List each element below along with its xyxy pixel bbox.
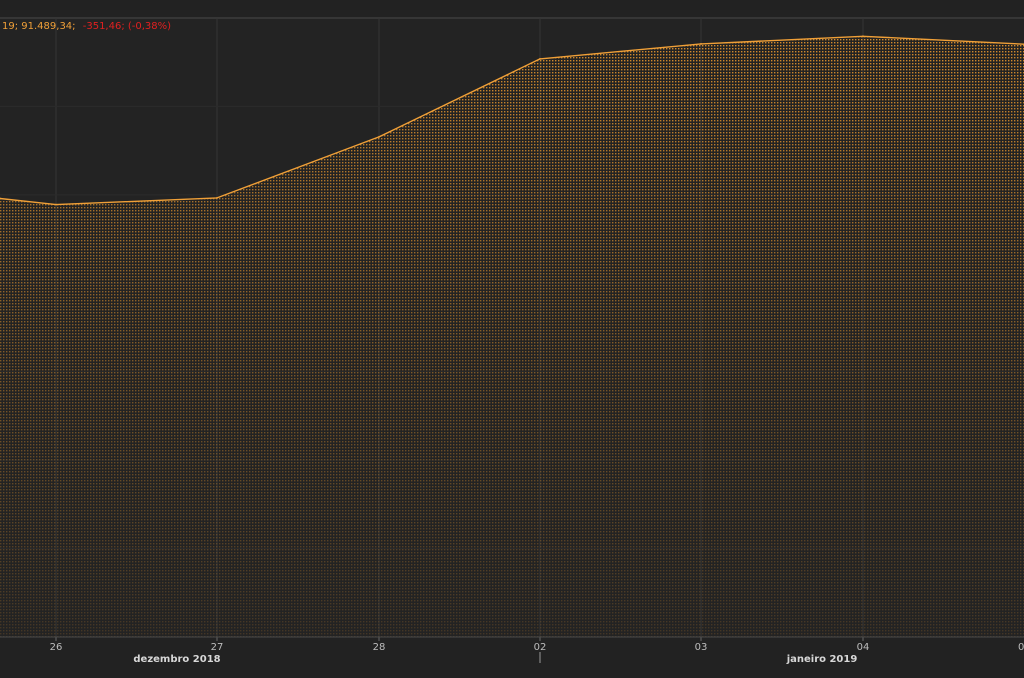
x-tick-label-2: 28	[373, 642, 386, 653]
month-label-january: janeiro 2019	[786, 654, 858, 665]
x-tick-label-0: 26	[50, 642, 63, 653]
x-tick-label-4: 03	[695, 642, 708, 653]
data-point-02	[539, 57, 541, 60]
data-point-26	[55, 203, 57, 206]
legend-readout: 19; 91.489,34; -351,46; (-0,38%)	[2, 21, 171, 32]
data-point-28	[378, 136, 380, 138]
x-tick-label-6: 0	[1018, 642, 1024, 653]
x-tick-label-1: 27	[211, 642, 224, 653]
x-axis-ticks: 26 27 28 02 03 04 0	[50, 637, 1024, 653]
legend-change: -351,46; (-0,38%)	[83, 21, 171, 32]
legend-values: 19; 91.489,34;	[2, 21, 76, 32]
price-chart: 26 27 28 02 03 04 0 19; 91.489,34; -351,46; (-…	[0, 17, 1024, 665]
data-point-03	[700, 43, 702, 45]
data-point-04	[862, 35, 864, 38]
month-label-december: dezembro 2018	[133, 654, 220, 665]
data-point-27	[216, 197, 218, 199]
x-tick-label-5: 04	[857, 642, 870, 653]
x-tick-label-3: 02	[534, 642, 547, 653]
